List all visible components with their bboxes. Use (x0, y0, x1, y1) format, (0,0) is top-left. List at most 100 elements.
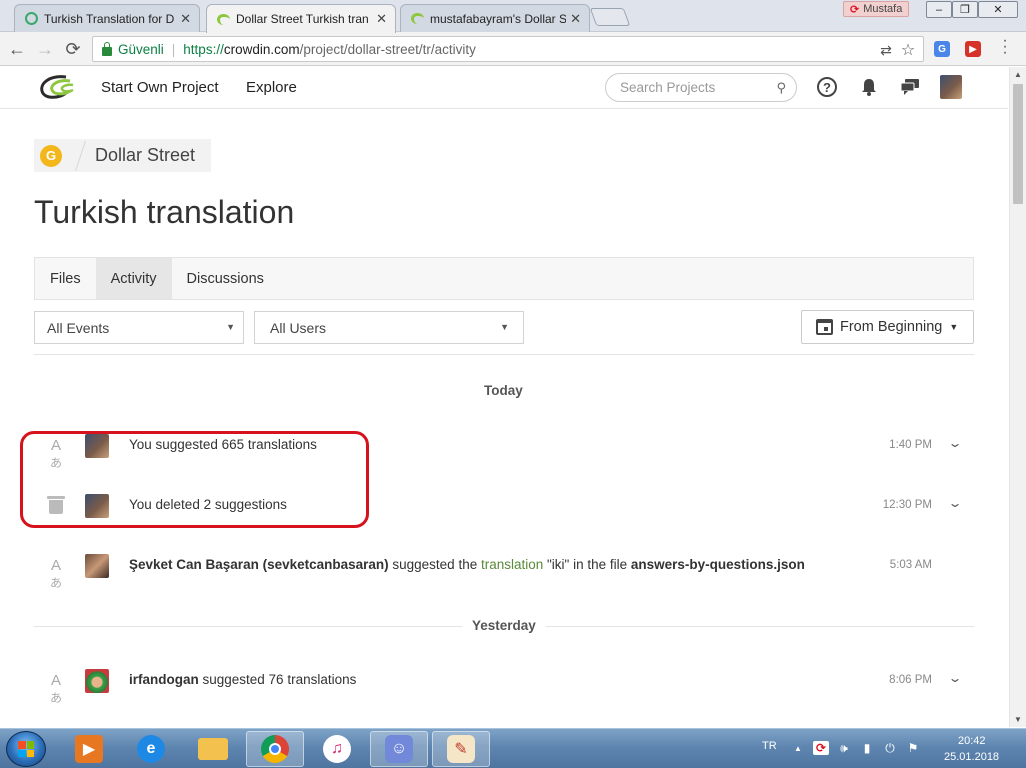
taskbar-chrome[interactable] (246, 731, 304, 767)
close-icon[interactable]: ✕ (570, 11, 581, 27)
antivirus-icon[interactable]: ⟳ (813, 741, 829, 755)
scroll-up-icon[interactable]: ▲ (1014, 70, 1022, 79)
taskbar-discord[interactable]: ☺ (370, 731, 428, 767)
browser-tab-2[interactable]: Dollar Street Turkish tran ✕ (206, 4, 396, 33)
avatar[interactable] (85, 669, 109, 693)
browser-tab-3[interactable]: mustafabayram's Dollar S ✕ (400, 4, 590, 32)
taskbar-itunes[interactable]: ♫ (308, 731, 366, 767)
user-avatar[interactable] (940, 75, 962, 99)
chevron-down-icon[interactable]: ⌄ (947, 496, 962, 510)
tab-title: mustafabayram's Dollar S (430, 11, 567, 26)
chrome-icon (261, 735, 289, 763)
crowdin-favicon-icon (217, 13, 230, 25)
taskbar-paint[interactable]: ✎ (432, 731, 490, 767)
clock-date[interactable]: 25.01.2018 (944, 751, 999, 763)
google-translate-extension-icon[interactable]: G (934, 41, 950, 57)
crowdin-logo-icon[interactable] (36, 73, 76, 101)
page-scrollbar[interactable]: ▲ ▼ (1009, 67, 1026, 727)
close-icon[interactable]: ✕ (376, 11, 387, 27)
file-link[interactable]: answers-by-questions.json (631, 557, 805, 572)
new-tab-button[interactable] (589, 8, 631, 26)
messages-icon[interactable] (899, 76, 921, 98)
breadcrumb-project-link[interactable]: Dollar Street (95, 145, 195, 166)
chevron-down-icon: ▼ (226, 322, 235, 332)
scroll-down-icon[interactable]: ▼ (1014, 715, 1022, 724)
activity-time: 8:06 PM (889, 674, 932, 686)
help-icon[interactable]: ? (816, 76, 838, 98)
events-filter-select[interactable]: All Events ▼ (34, 311, 244, 344)
user-link[interactable]: Şevket Can Başaran (sevketcanbasaran) (129, 557, 389, 572)
chevron-down-icon: ▼ (500, 322, 509, 332)
search-placeholder: Search Projects (620, 80, 716, 95)
minimize-button[interactable]: – (926, 1, 952, 18)
crowdin-favicon-icon (25, 12, 38, 25)
lock-icon (102, 41, 112, 56)
project-logo-icon[interactable]: G (40, 144, 62, 167)
tab-discussions[interactable]: Discussions (172, 258, 279, 299)
avatar[interactable] (85, 554, 109, 578)
day-label-today: Today (474, 383, 533, 398)
tab-files[interactable]: Files (35, 258, 96, 299)
bookmark-star-icon[interactable]: ☆ (899, 41, 917, 59)
users-filter-select[interactable]: All Users ▼ (254, 311, 524, 344)
address-bar: ← → ⟳ Güvenli | https://crowdin.com/proj… (0, 32, 1026, 66)
action-center-flag-icon[interactable]: ⚑ (905, 741, 921, 755)
nav-explore[interactable]: Explore (246, 79, 297, 96)
events-filter-value: All Events (47, 319, 110, 336)
show-hidden-icons-icon[interactable]: ▲ (790, 741, 806, 755)
url-path: /project/dollar-street/tr/activity (299, 41, 476, 57)
reload-button[interactable]: ⟳ (62, 38, 84, 60)
internet-explorer-icon: e (137, 735, 165, 763)
taskbar-internet-explorer[interactable]: e (122, 731, 180, 767)
browser-tab-1[interactable]: Turkish Translation for D ✕ (14, 4, 200, 32)
restore-button[interactable]: ❐ (952, 1, 978, 18)
divider (34, 354, 974, 355)
page-viewport: Start Own Project Explore Search Project… (0, 67, 1026, 727)
translation-link[interactable]: translation (481, 557, 543, 572)
power-icon[interactable]: ⏻ (882, 741, 898, 755)
tab-activity[interactable]: Activity (95, 258, 172, 299)
date-range-value: From Beginning (840, 319, 943, 335)
url-scheme: https:// (183, 41, 224, 57)
notifications-bell-icon[interactable] (858, 76, 880, 98)
volume-icon[interactable]: 🕪 (836, 741, 852, 755)
translate-page-icon[interactable]: ⇄ (877, 41, 895, 59)
paint-icon: ✎ (447, 735, 475, 763)
activity-time: 12:30 PM (882, 499, 932, 511)
translate-icon: Aあ (49, 557, 62, 590)
browser-menu-icon[interactable]: · · · (999, 33, 1011, 61)
close-icon[interactable]: ✕ (180, 11, 191, 27)
profile-name: Mustafa (863, 3, 903, 15)
profile-button[interactable]: ⟳ Mustafa (843, 1, 910, 17)
media-player-icon: ▶ (75, 735, 103, 763)
date-range-button[interactable]: From Beginning ▼ (801, 310, 974, 344)
crowdin-favicon-icon (411, 13, 424, 24)
browser-tab-bar: Turkish Translation for D ✕ Dollar Stree… (0, 0, 1026, 33)
start-button[interactable] (6, 731, 46, 767)
search-icon[interactable]: ⚲ (776, 80, 786, 96)
page-title: Turkish translation (34, 194, 295, 230)
activity-item[interactable]: Aあ Şevket Can Başaran (sevketcanbasaran)… (34, 547, 974, 590)
back-button[interactable]: ← (6, 38, 28, 60)
clock-time[interactable]: 20:42 (958, 735, 986, 747)
language-indicator[interactable]: TR (762, 740, 777, 752)
activity-item[interactable]: Aあ irfandogan suggested 76 translations … (34, 662, 974, 705)
tab-title: Dollar Street Turkish tran (236, 12, 369, 26)
search-projects-input[interactable]: Search Projects ⚲ (605, 73, 797, 102)
taskbar-media-player[interactable]: ▶ (60, 731, 118, 767)
extension-icon[interactable]: ▶ (965, 41, 981, 57)
url-field[interactable]: Güvenli | https://crowdin.com/project/do… (92, 36, 924, 62)
network-icon[interactable]: ▮ (859, 741, 875, 755)
url-text: https://crowdin.com/project/dollar-stree… (183, 42, 476, 57)
nav-start-own-project[interactable]: Start Own Project (101, 79, 219, 96)
chevron-down-icon[interactable]: ⌄ (947, 671, 962, 685)
close-window-button[interactable]: ✕ (978, 1, 1018, 18)
taskbar-file-explorer[interactable] (184, 731, 242, 767)
user-link[interactable]: irfandogan (129, 672, 199, 687)
site-header: Start Own Project Explore Search Project… (0, 67, 1008, 109)
chevron-down-icon[interactable]: ⌄ (947, 436, 962, 450)
day-label-yesterday: Yesterday (462, 618, 546, 633)
scroll-thumb[interactable] (1013, 84, 1023, 204)
caret-down-icon: ▼ (949, 322, 959, 332)
forward-button[interactable]: → (34, 38, 56, 60)
